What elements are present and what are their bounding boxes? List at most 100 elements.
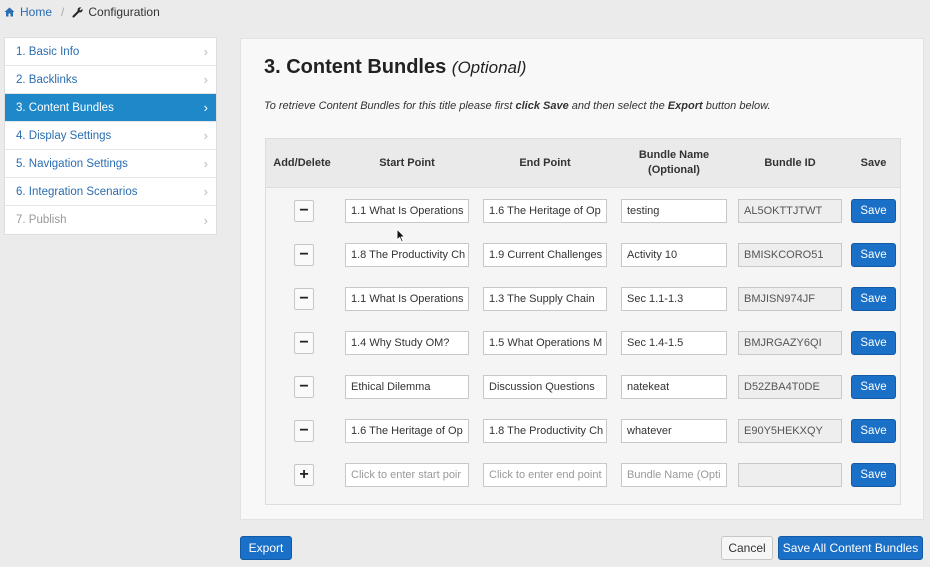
- instruction-part: and then select the: [568, 100, 668, 112]
- page-title: 3. Content Bundles (Optional): [264, 56, 526, 79]
- bundle-id-field: BMISKCORO51: [738, 243, 842, 267]
- start-point-input[interactable]: Click to enter start poir: [345, 463, 469, 487]
- delete-row-button[interactable]: −: [294, 200, 314, 222]
- sidebar-item-navigation-settings[interactable]: 5. Navigation Settings ›: [5, 150, 216, 178]
- sidebar-item-label: 5. Navigation Settings: [16, 157, 128, 170]
- bundle-id-field: E90Y5HEKXQY: [738, 419, 842, 443]
- header-add-delete: Add/Delete: [273, 156, 331, 169]
- save-row-button[interactable]: Save: [851, 419, 896, 443]
- table-row: − 1.4 Why Study OM? 1.5 What Operations …: [266, 331, 900, 355]
- breadcrumb-current: Configuration: [88, 5, 160, 19]
- save-row-button[interactable]: Save: [851, 243, 896, 267]
- header-end-point: End Point: [519, 156, 571, 169]
- chevron-right-icon: ›: [203, 44, 208, 59]
- mouse-cursor-icon: [396, 227, 406, 248]
- sidebar-item-backlinks[interactable]: 2. Backlinks ›: [5, 66, 216, 94]
- end-point-input[interactable]: Click to enter end point: [483, 463, 607, 487]
- bundle-id-field: BMJRGAZY6QI: [738, 331, 842, 355]
- end-point-input[interactable]: 1.8 The Productivity Ch: [483, 419, 607, 443]
- table-row: − 1.8 The Productivity Ch 1.9 Current Ch…: [266, 243, 900, 267]
- breadcrumb: Home / Configuration: [4, 4, 160, 20]
- bundle-id-field: BMJISN974JF: [738, 287, 842, 311]
- header-bundle-id: Bundle ID: [764, 156, 816, 169]
- bundle-name-input[interactable]: Sec 1.1-1.3: [621, 287, 727, 311]
- bundles-table: Add/Delete Start Point End Point Bundle …: [265, 138, 901, 505]
- bundle-id-field: D52ZBA4T0DE: [738, 375, 842, 399]
- new-bundle-row: + Click to enter start poir Click to ent…: [266, 463, 900, 487]
- page-title-text: 3. Content Bundles: [264, 56, 447, 78]
- instruction-part: button below.: [702, 100, 771, 112]
- add-row-button[interactable]: +: [294, 464, 314, 486]
- start-point-input[interactable]: 1.6 The Heritage of Op: [345, 419, 469, 443]
- bundle-name-input[interactable]: natekeat: [621, 375, 727, 399]
- header-bundle-name-line2: (Optional): [648, 164, 700, 176]
- content-bundles-panel: 3. Content Bundles (Optional) To retriev…: [240, 38, 924, 520]
- header-bundle-name-line1: Bundle Name: [638, 149, 710, 161]
- sidebar-item-label: 3. Content Bundles: [16, 101, 114, 114]
- start-point-input[interactable]: Ethical Dilemma: [345, 375, 469, 399]
- bundle-id-field: AL5OKTTJTWT: [738, 199, 842, 223]
- delete-row-button[interactable]: −: [294, 420, 314, 442]
- start-point-input[interactable]: 1.1 What Is Operations: [345, 199, 469, 223]
- sidebar-item-content-bundles[interactable]: 3. Content Bundles ›: [5, 94, 216, 122]
- page-title-optional: (Optional): [451, 58, 527, 77]
- bundle-name-input[interactable]: Activity 10: [621, 243, 727, 267]
- export-button[interactable]: Export: [240, 536, 292, 560]
- cancel-button[interactable]: Cancel: [721, 536, 773, 560]
- sidebar-item-integration-scenarios[interactable]: 6. Integration Scenarios ›: [5, 178, 216, 206]
- delete-row-button[interactable]: −: [294, 376, 314, 398]
- save-row-button[interactable]: Save: [851, 331, 896, 355]
- delete-row-button[interactable]: −: [294, 288, 314, 310]
- end-point-input[interactable]: 1.6 The Heritage of Op: [483, 199, 607, 223]
- header-start-point: Start Point: [379, 156, 435, 169]
- sidebar-nav: 1. Basic Info › 2. Backlinks › 3. Conten…: [4, 37, 217, 235]
- bundle-id-field: [738, 463, 842, 487]
- chevron-right-icon: ›: [203, 212, 208, 228]
- table-row: − 1.1 What Is Operations 1.6 The Heritag…: [266, 199, 900, 223]
- sidebar-item-display-settings[interactable]: 4. Display Settings ›: [5, 122, 216, 150]
- save-row-button[interactable]: Save: [851, 287, 896, 311]
- end-point-input[interactable]: 1.5 What Operations M: [483, 331, 607, 355]
- home-icon[interactable]: [4, 7, 15, 17]
- chevron-right-icon: ›: [203, 100, 208, 115]
- end-point-input[interactable]: 1.3 The Supply Chain: [483, 287, 607, 311]
- sidebar-item-label: 6. Integration Scenarios: [16, 185, 138, 198]
- instruction-bold-export: Export: [667, 100, 703, 112]
- start-point-input[interactable]: 1.1 What Is Operations: [345, 287, 469, 311]
- bundle-name-input[interactable]: Sec 1.4-1.5: [621, 331, 727, 355]
- breadcrumb-separator: /: [61, 5, 65, 19]
- delete-row-button[interactable]: −: [294, 332, 314, 354]
- save-row-button[interactable]: Save: [851, 199, 896, 223]
- bundle-name-input[interactable]: whatever: [621, 419, 727, 443]
- sidebar-item-publish[interactable]: 7. Publish ›: [5, 206, 216, 234]
- wrench-icon: [72, 6, 83, 18]
- table-row: − 1.1 What Is Operations 1.3 The Supply …: [266, 287, 900, 311]
- instruction-bold-click-save: click Save: [515, 100, 569, 112]
- save-row-button[interactable]: Save: [851, 375, 896, 399]
- instruction-part: To retrieve Content Bundles for this tit…: [264, 100, 516, 112]
- end-point-input[interactable]: 1.9 Current Challenges: [483, 243, 607, 267]
- sidebar-item-basic-info[interactable]: 1. Basic Info ›: [5, 38, 216, 66]
- instruction-text: To retrieve Content Bundles for this tit…: [264, 100, 771, 112]
- table-row: − Ethical Dilemma Discussion Questions n…: [266, 375, 900, 399]
- sidebar-item-label: 7. Publish: [16, 214, 67, 226]
- delete-row-button[interactable]: −: [294, 244, 314, 266]
- chevron-right-icon: ›: [203, 184, 208, 199]
- table-row: − 1.6 The Heritage of Op 1.8 The Product…: [266, 419, 900, 443]
- header-save: Save: [860, 156, 887, 169]
- chevron-right-icon: ›: [203, 156, 208, 171]
- end-point-input[interactable]: Discussion Questions: [483, 375, 607, 399]
- bundle-name-input[interactable]: testing: [621, 199, 727, 223]
- header-bundle-name: Bundle Name (Optional): [611, 139, 737, 187]
- start-point-input[interactable]: 1.8 The Productivity Ch: [345, 243, 469, 267]
- save-all-content-bundles-button[interactable]: Save All Content Bundles: [778, 536, 923, 560]
- table-header: Add/Delete Start Point End Point Bundle …: [266, 139, 900, 188]
- chevron-right-icon: ›: [203, 128, 208, 143]
- chevron-right-icon: ›: [203, 72, 208, 87]
- start-point-input[interactable]: 1.4 Why Study OM?: [345, 331, 469, 355]
- sidebar-item-label: 1. Basic Info: [16, 45, 80, 58]
- save-row-button[interactable]: Save: [851, 463, 896, 487]
- breadcrumb-home-link[interactable]: Home: [20, 5, 52, 19]
- bundle-name-input[interactable]: Bundle Name (Opti: [621, 463, 727, 487]
- sidebar-item-label: 4. Display Settings: [16, 129, 112, 142]
